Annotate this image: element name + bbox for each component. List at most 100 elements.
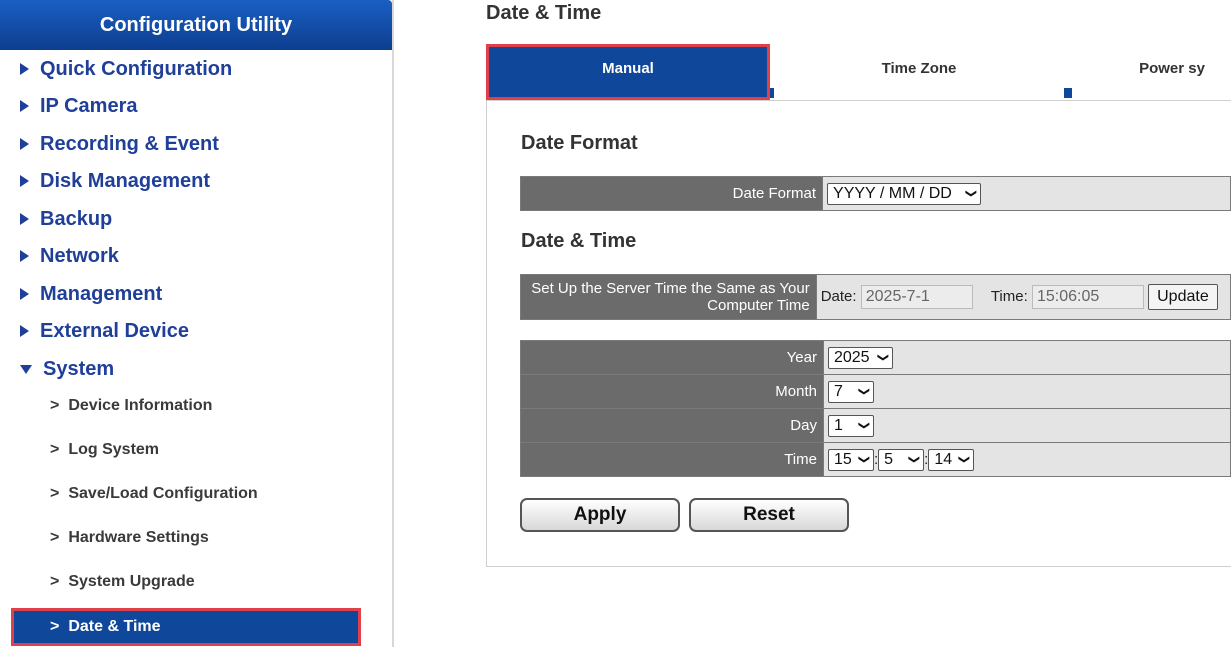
chevron-down-icon: ❯ <box>857 386 870 397</box>
menu-label: Recording & Event <box>40 132 219 155</box>
menu-network[interactable]: Network <box>20 241 119 271</box>
expand-arrow-icon <box>20 175 29 187</box>
menu-backup[interactable]: Backup <box>20 204 112 234</box>
second-select[interactable]: 14 ❯ <box>928 448 975 471</box>
sync-row: Set Up the Server Time the Same as Your … <box>520 274 1231 320</box>
day-select[interactable]: 1 ❯ <box>827 414 874 437</box>
chevron-right-icon: > <box>50 618 60 635</box>
year-label: Year <box>520 340 824 375</box>
sync-label-line1: Set Up the Server Time the Same as Your <box>531 280 810 297</box>
submenu-device-information[interactable]: > Device Information <box>50 394 212 418</box>
chevron-right-icon: > <box>50 529 60 546</box>
menu-quick-configuration[interactable]: Quick Configuration <box>20 54 232 84</box>
minute-value: 5 <box>884 450 894 468</box>
date-time-heading: Date & Time <box>521 230 637 252</box>
submenu-log-system[interactable]: > Log System <box>50 438 159 462</box>
menu-management[interactable]: Management <box>20 279 162 309</box>
menu-label: Management <box>40 282 163 305</box>
day-cell: 1 ❯ <box>822 408 1231 443</box>
expand-arrow-icon <box>20 100 29 112</box>
minute-select[interactable]: 5 ❯ <box>878 448 925 471</box>
pc-date-label: Date: <box>820 287 857 305</box>
submenu-label: Save/Load Configuration <box>68 485 258 502</box>
chevron-down-icon: ❯ <box>908 454 921 465</box>
page-title: Date & Time <box>486 2 602 24</box>
date-format-table: Date Format YYYY / MM / DD ❯ <box>519 176 1231 211</box>
menu-label: Disk Management <box>40 169 211 192</box>
menu-label: System <box>43 357 115 380</box>
chevron-down-icon: ❯ <box>857 454 870 465</box>
time-row: Time 15 ❯ : 5 ❯ : 14 ❯ <box>520 442 1231 477</box>
sync-label: Set Up the Server Time the Same as Your … <box>520 274 817 320</box>
chevron-down-icon: ❯ <box>857 420 870 431</box>
date-format-cell: YYYY / MM / DD ❯ <box>822 176 1231 211</box>
chevron-right-icon: > <box>50 441 60 458</box>
submenu-label: Date & Time <box>68 618 161 635</box>
menu-label: External Device <box>40 319 189 342</box>
chevron-right-icon: > <box>50 397 60 414</box>
reset-button[interactable]: Reset <box>689 498 849 532</box>
chevron-right-icon: > <box>50 573 60 590</box>
expand-arrow-icon <box>20 288 29 300</box>
submenu-label: Hardware Settings <box>68 529 209 546</box>
sync-table: Set Up the Server Time the Same as Your … <box>520 274 1231 320</box>
apply-button[interactable]: Apply <box>520 498 680 532</box>
month-value: 7 <box>833 382 843 400</box>
submenu-save-load-configuration[interactable]: > Save/Load Configuration <box>50 482 258 506</box>
day-value: 1 <box>833 416 843 434</box>
menu-external-device[interactable]: External Device <box>20 316 189 346</box>
update-button[interactable]: Update <box>1148 284 1218 310</box>
submenu-system-upgrade[interactable]: > System Upgrade <box>50 570 195 594</box>
date-format-label: Date Format <box>519 176 824 211</box>
hour-value: 15 <box>833 450 852 468</box>
month-label: Month <box>520 374 824 409</box>
tab-power-sync[interactable]: Power sy <box>1072 46 1231 98</box>
date-format-row: Date Format YYYY / MM / DD ❯ <box>519 176 1231 211</box>
menu-label: Quick Configuration <box>40 57 233 80</box>
tab-time-zone[interactable]: Time Zone <box>774 46 1064 98</box>
tab-manual[interactable]: Manual <box>486 44 770 100</box>
chevron-right-icon: > <box>50 485 60 502</box>
month-select[interactable]: 7 ❯ <box>827 380 874 403</box>
menu-recording-event[interactable]: Recording & Event <box>20 129 219 159</box>
manual-time-table: Year 2025 ❯ Month 7 ❯ Day 1 ❯ Time 15 ❯ … <box>520 340 1231 477</box>
submenu-hardware-settings[interactable]: > Hardware Settings <box>50 526 209 550</box>
sync-label-line2: Computer Time <box>707 297 810 314</box>
sidebar: Configuration Utility Quick Configuratio… <box>0 0 394 647</box>
day-label: Day <box>520 408 824 443</box>
tab-bar: Manual Time Zone Power sy <box>486 44 1231 100</box>
year-value: 2025 <box>833 348 870 366</box>
year-select[interactable]: 2025 ❯ <box>827 346 893 369</box>
date-format-select[interactable]: YYYY / MM / DD ❯ <box>827 182 982 205</box>
menu-label: Network <box>40 244 119 267</box>
submenu-label: Device Information <box>68 397 213 414</box>
submenu-date-time[interactable]: > Date & Time <box>11 608 361 646</box>
sync-cell: Date: 2025-7-1 Time: 15:06:05 Update <box>815 274 1231 320</box>
date-format-value: YYYY / MM / DD <box>833 184 952 202</box>
pc-time-field: 15:06:05 <box>1031 285 1144 309</box>
collapse-arrow-icon <box>20 364 32 374</box>
content-panel <box>486 100 1231 567</box>
month-cell: 7 ❯ <box>822 374 1231 409</box>
menu-system[interactable]: System <box>20 354 114 384</box>
expand-arrow-icon <box>20 63 29 75</box>
menu-ip-camera[interactable]: IP Camera <box>20 91 137 121</box>
expand-arrow-icon <box>20 325 29 337</box>
chevron-down-icon: ❯ <box>958 454 971 465</box>
hour-select[interactable]: 15 ❯ <box>827 448 874 471</box>
year-row: Year 2025 ❯ <box>520 340 1231 375</box>
month-row: Month 7 ❯ <box>520 374 1231 409</box>
sidebar-title: Configuration Utility <box>0 0 392 50</box>
day-row: Day 1 ❯ <box>520 408 1231 443</box>
time-cell: 15 ❯ : 5 ❯ : 14 ❯ <box>822 442 1231 477</box>
expand-arrow-icon <box>20 213 29 225</box>
year-cell: 2025 ❯ <box>822 340 1231 375</box>
expand-arrow-icon <box>20 250 29 262</box>
second-value: 14 <box>934 450 953 468</box>
menu-disk-management[interactable]: Disk Management <box>20 166 210 196</box>
menu-label: Backup <box>40 207 113 230</box>
time-label: Time <box>520 442 824 477</box>
submenu-label: System Upgrade <box>68 573 195 590</box>
date-format-heading: Date Format <box>521 132 638 154</box>
submenu-label: Log System <box>68 441 160 458</box>
